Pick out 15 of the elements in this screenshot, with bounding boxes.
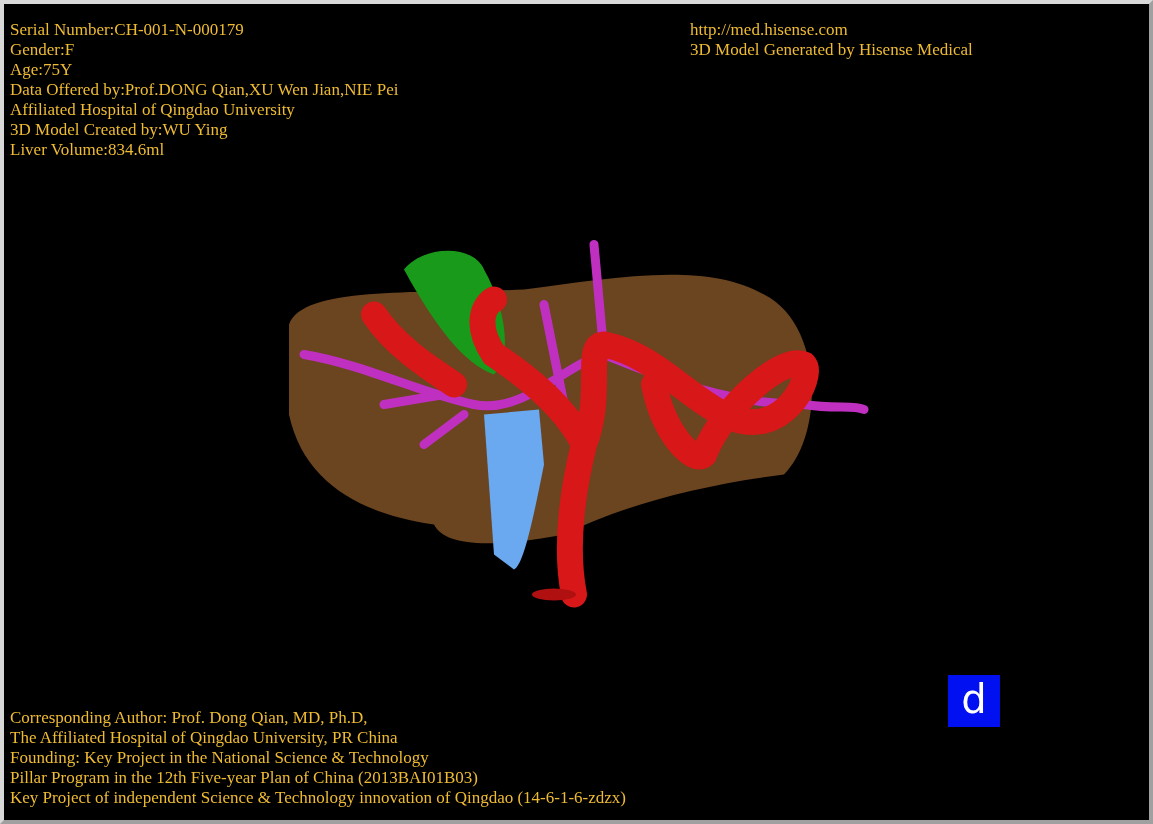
info-text: 3D Model Created by:WU Ying [10, 120, 229, 140]
info-text: Key Project of independent Science & Technology innovation of Qingdao (14-6-1-6-zdzx) [10, 788, 626, 808]
info-text: 3D Model Generated by Hisense Medical [690, 40, 973, 60]
orientation-cube[interactable]: d [948, 675, 1000, 727]
info-text: Liver Volume:834.6ml [10, 140, 166, 160]
info-text: Data Offered by:Prof.DONG Qian,XU Wen Jian,NIE Pei [10, 80, 400, 100]
info-text: Affiliated Hospital of Qingdao University [10, 100, 296, 120]
info-text: Founding: Key Project in the National Science & Technology [10, 748, 430, 768]
info-text: The Affiliated Hospital of Qingdao University, PR China [10, 728, 399, 748]
info-text: Corresponding Author: Prof. Dong Qian, MD, Ph.D, [10, 708, 369, 728]
info-text: Serial Number:CH-001-N-000179 [10, 20, 245, 40]
info-text: Gender:F [10, 40, 76, 60]
info-text: Pillar Program in the 12th Five-year Plan of China (2013BAI01B03) [10, 768, 479, 788]
info-text: Age:75Y [10, 60, 74, 80]
info-text: http://med.hisense.com [690, 20, 849, 40]
